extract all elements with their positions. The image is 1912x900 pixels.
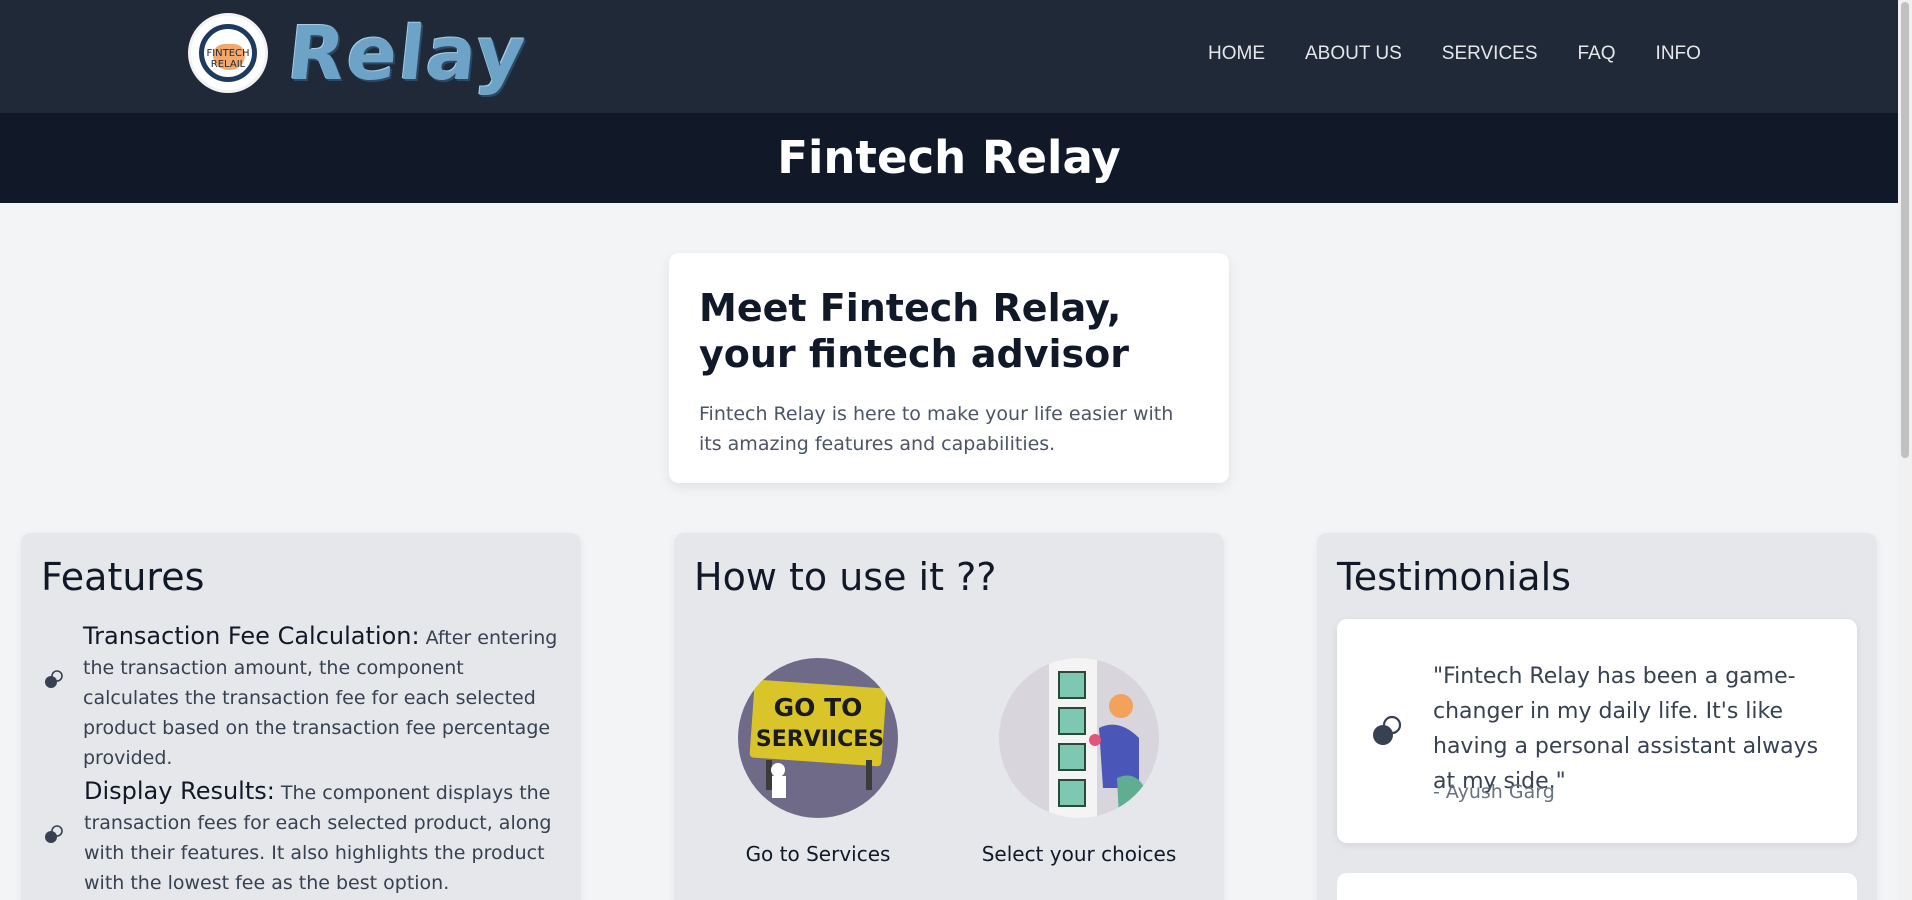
nav-services[interactable]: SERVICES	[1442, 40, 1538, 70]
feature-item: Transaction Fee Calculation: After enter…	[83, 621, 563, 773]
testimonial-card: "Fintech Relay has been a game-changer i…	[1337, 619, 1857, 843]
logo-text: FINTECH RELAIL	[206, 48, 250, 70]
nav-home[interactable]: HOME	[1208, 40, 1265, 70]
feature-item: Display Results: The component displays …	[84, 776, 564, 898]
step-select-choices[interactable]: Select your choices	[979, 658, 1179, 868]
feature-title: Transaction Fee Calculation:	[83, 622, 420, 650]
hero-body: Fintech Relay is here to make your life …	[699, 403, 1174, 455]
title-band: Fintech Relay	[0, 113, 1898, 203]
link-icon	[1373, 715, 1402, 745]
link-icon	[45, 825, 63, 843]
main-nav: HOME ABOUT US SERVICES FAQ INFO	[1208, 40, 1701, 70]
step-go-to-services[interactable]: GO TO SERVIICES Go to Services	[718, 658, 918, 868]
nav-info[interactable]: INFO	[1656, 40, 1701, 70]
scrollbar-thumb[interactable]	[1901, 2, 1909, 458]
feature-title: Display Results:	[84, 777, 275, 805]
testimonials-panel: Testimonials "Fintech Relay has been a g…	[1317, 533, 1877, 900]
features-heading: Features	[41, 555, 205, 599]
testimonial-card	[1337, 873, 1857, 900]
testimonials-heading: Testimonials	[1337, 555, 1571, 599]
select-choices-illustration	[999, 658, 1159, 818]
select-choices-image	[999, 658, 1159, 818]
logo[interactable]: FINTECH RELAIL	[188, 13, 268, 93]
testimonial-author: - Ayush Garg	[1433, 781, 1555, 803]
nav-about-us[interactable]: ABOUT US	[1305, 40, 1402, 70]
page-title: Fintech Relay	[777, 131, 1121, 184]
howto-heading: How to use it ??	[694, 555, 997, 599]
howto-panel: How to use it ?? GO TO SERVIICES Go to S…	[674, 533, 1224, 900]
navbar: FINTECH RELAIL Relay HOME ABOUT US SERVI…	[0, 0, 1898, 113]
go-to-services-image: GO TO SERVIICES	[738, 658, 898, 818]
step-caption: Go to Services	[745, 842, 891, 866]
brand-wordmark[interactable]: Relay	[283, 11, 530, 97]
link-icon	[45, 670, 63, 688]
hero-heading: Meet Fintech Relay, your fintech advisor	[699, 286, 1129, 376]
nav-faq[interactable]: FAQ	[1578, 40, 1616, 70]
go-to-services-illustration: GO TO SERVIICES	[738, 658, 898, 818]
page-scrollbar[interactable]	[1898, 0, 1912, 900]
testimonial-quote: "Fintech Relay has been a game-changer i…	[1433, 664, 1819, 794]
hero-card: Meet Fintech Relay, your fintech advisor…	[669, 253, 1229, 483]
sign-text-line-1: GO TO	[774, 693, 863, 722]
step-caption: Select your choices	[981, 842, 1177, 866]
sign-text-line-2: SERVIICES	[756, 727, 884, 752]
features-panel: Features Transaction Fee Calculation: Af…	[21, 533, 581, 900]
